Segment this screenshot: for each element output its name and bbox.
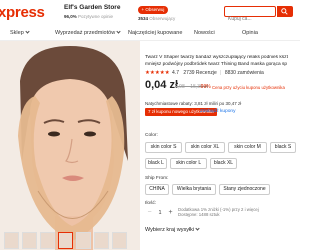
thumbnail[interactable] (112, 232, 127, 249)
header: xpress Elf's Garden Store 96,0% Pozytywn… (0, 0, 300, 28)
nav-item-new[interactable]: Nowości (194, 30, 215, 36)
option-color-black-xl[interactable]: black XL (210, 158, 237, 169)
search-button[interactable] (277, 6, 293, 17)
store-positive-label: Pozytywne opinie (78, 14, 114, 19)
followers-count: 3534 Obserwujący (138, 16, 175, 21)
coupon-price-text: Cena przy użyciu kuponu użytkownika (212, 85, 285, 90)
quantity-stepper: − 1 + (145, 207, 175, 219)
quantity-label: Ilość: (145, 201, 157, 206)
option-color-skin-l[interactable]: skin color L (170, 158, 207, 169)
quantity-increase-button[interactable]: + (166, 207, 175, 219)
option-ship-us[interactable]: Stany zjednoczone (219, 184, 270, 195)
option-color-skin-s[interactable]: skin color S (145, 142, 182, 153)
nav-item-label: Sklep (10, 30, 24, 36)
store-rating: 96,0% Pozytywne opinie (64, 14, 113, 19)
get-coupons-link[interactable]: Zdobądź kupony (200, 109, 235, 114)
chevron-down-icon (25, 29, 30, 34)
nav-item-label: Najczęściej kupowane (128, 30, 183, 36)
coupon-price-note: Cena przy użyciu kuponu użytkownika (212, 85, 287, 90)
ship-from-label: Ship From: (145, 176, 169, 181)
rating-stars-icon: ★★★★★ (145, 70, 170, 76)
divider: | (220, 70, 222, 76)
option-color-skin-m[interactable]: skin color M (228, 142, 267, 153)
nav-item-label: Nowości (194, 30, 215, 36)
store-positive-percent: 96,0% (64, 14, 77, 19)
thumbnail-strip (0, 232, 140, 250)
reviews-link[interactable]: 2739 Recenzje (183, 70, 216, 76)
product-page: xpress Elf's Garden Store 96,0% Pozytywn… (0, 0, 300, 250)
chevron-down-icon (195, 226, 200, 231)
option-ship-china[interactable]: CHINA (145, 184, 169, 195)
rating-row: ★★★★★ 4.7 2739 Recenzje | 8830 zamówieni… (145, 70, 264, 76)
instant-discount: Natychmiastowe rabaty: 3,81 zł miliri po… (145, 101, 242, 106)
option-ship-uk[interactable]: Wielka brytania (172, 184, 216, 195)
color-label: Color: (145, 133, 158, 138)
follow-button[interactable]: + Obserwuj (138, 6, 168, 14)
thumbnail[interactable] (58, 232, 73, 249)
nav-item-bestsellers[interactable]: Najczęściej kupowane (128, 30, 182, 36)
orders-count: 8830 zamówienia (224, 70, 264, 76)
nav-item-feedback[interactable]: Opinia (242, 30, 258, 36)
option-color-black-l[interactable]: black L (145, 158, 167, 169)
store-name[interactable]: Elf's Garden Store (64, 4, 120, 11)
quantity-decrease-button[interactable]: − (145, 207, 154, 219)
thumbnail[interactable] (76, 232, 91, 249)
product-image[interactable] (0, 41, 140, 250)
nav-item-sale[interactable]: Wyprzedaż przedmiotów (55, 29, 121, 36)
quantity-value[interactable]: 1 (156, 207, 164, 219)
product-title-text: Twarz V Shaper twarzy bandaż wyszczuplaj… (145, 55, 288, 67)
product-title: Twarz V Shaper twarzy bandaż wyszczuplaj… (145, 55, 300, 68)
shipping-link-label: Wybierz kraj wysyłki (145, 227, 195, 233)
rating-score: 4.7 (172, 70, 179, 76)
product-photo (0, 41, 140, 250)
aliexpress-logo[interactable]: xpress (0, 4, 45, 21)
nav-item-label: Opinia (242, 30, 258, 36)
discount-badge: -99% (199, 84, 211, 90)
option-color-black-s[interactable]: black S (270, 142, 296, 153)
thumbnail[interactable] (40, 232, 55, 249)
followers-label: Obserwujący (149, 16, 176, 21)
select-shipping-country[interactable]: Wybierz kraj wysyłki (145, 226, 200, 233)
option-color-skin-xl[interactable]: skin color XL (185, 142, 225, 153)
search-field[interactable] (224, 6, 276, 24)
price: 0,04 zł (145, 79, 179, 91)
followers-number: 3534 (138, 16, 149, 21)
chevron-down-icon (116, 29, 121, 34)
thumbnail[interactable] (22, 232, 37, 249)
search-input[interactable] (225, 14, 275, 24)
store-nav: Sklep Wyprzedaż przedmiotów Najczęściej … (0, 27, 300, 41)
stock-available-text: Dostępne: 1488 sztuk (178, 212, 220, 217)
thumbnail[interactable] (4, 232, 19, 249)
nav-item-label: Wyprzedaż przedmiotów (55, 30, 116, 36)
nav-item-shop[interactable]: Sklep (10, 29, 30, 36)
thumbnail[interactable] (94, 232, 109, 249)
search-icon (281, 8, 288, 15)
quantity-info: Dodatkowa 1% zniżki (-1%) przy 2 i więce… (178, 207, 259, 217)
